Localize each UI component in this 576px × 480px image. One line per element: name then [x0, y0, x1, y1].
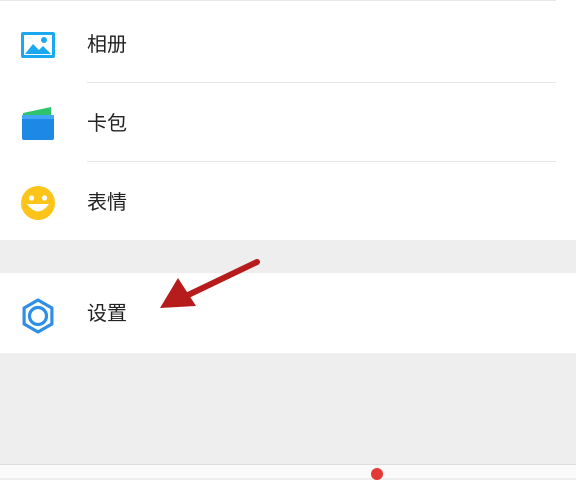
- gear-icon: [18, 296, 58, 336]
- menu-item-stickers[interactable]: 表情: [0, 162, 576, 242]
- bottom-tab-bar: [0, 464, 576, 480]
- menu-group-settings: 设置: [0, 273, 576, 353]
- menu-item-album-label: 相册: [87, 32, 127, 56]
- notification-dot: [371, 468, 383, 480]
- menu-item-settings[interactable]: 设置: [0, 273, 576, 353]
- card-wallet-icon: [18, 104, 58, 144]
- smiley-icon: [18, 183, 58, 223]
- image-icon: [18, 25, 58, 65]
- top-divider: [0, 0, 556, 1]
- menu-item-cards-label: 卡包: [87, 111, 127, 135]
- menu-item-settings-label: 设置: [87, 301, 127, 325]
- menu-item-album[interactable]: 相册: [0, 4, 576, 84]
- menu-item-cards[interactable]: 卡包: [0, 83, 576, 163]
- menu-item-stickers-label: 表情: [87, 190, 127, 214]
- menu-group-main: 相册 卡包 表情: [0, 0, 576, 240]
